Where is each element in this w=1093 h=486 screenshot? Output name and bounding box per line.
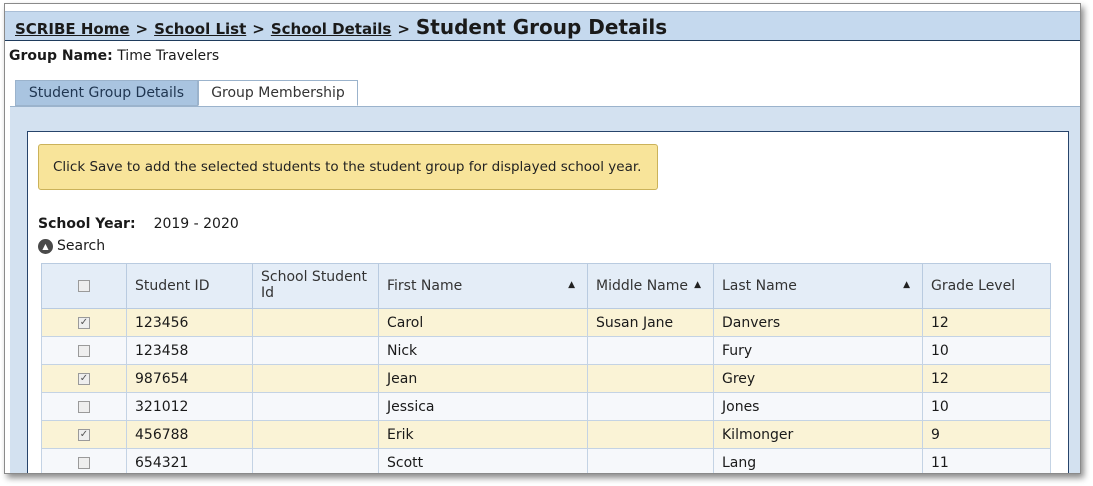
first-name-cell: Erik	[378, 420, 588, 449]
group-name-line: Group Name: Time Travelers	[9, 48, 219, 64]
grade-level-cell: 10	[922, 392, 1051, 421]
breadcrumb-link-school-details[interactable]: School Details	[271, 20, 391, 38]
table-header-row: Student ID School Student Id First Name ▲…	[41, 263, 1051, 309]
student-id-cell: 123458	[126, 336, 253, 365]
sort-ascending-icon: ▲	[568, 280, 575, 290]
group-name-label: Group Name:	[9, 48, 113, 64]
school-student-id-cell	[252, 308, 379, 337]
table-row[interactable]: ✓ 987654 Jean Grey 12	[41, 364, 1051, 393]
row-checkbox-checked[interactable]: ✓	[78, 372, 90, 385]
search-toggle[interactable]: ▲ Search	[38, 238, 105, 254]
info-notice: Click Save to add the selected students …	[38, 144, 658, 190]
first-name-cell: Carol	[378, 308, 588, 337]
breadcrumb-separator: >	[252, 20, 265, 38]
sort-ascending-icon: ▲	[903, 280, 910, 290]
middle-name-cell: Susan Jane	[587, 308, 714, 337]
row-checkbox[interactable]	[78, 456, 90, 469]
first-name-cell: Scott	[378, 448, 588, 473]
tab-content: Click Save to add the selected students …	[10, 106, 1080, 473]
row-select-cell: ✓	[41, 308, 127, 337]
search-label: Search	[57, 238, 106, 254]
student-id-cell: 456788	[126, 420, 253, 449]
column-header-grade-level[interactable]: Grade Level	[922, 263, 1051, 309]
last-name-cell: Grey	[713, 364, 923, 393]
school-student-id-cell	[252, 336, 379, 365]
row-select-cell	[41, 336, 127, 365]
breadcrumb-separator: >	[135, 20, 149, 38]
row-select-cell	[41, 392, 127, 421]
table-row[interactable]: 654321 Scott Lang 11	[41, 448, 1051, 473]
column-header-student-id[interactable]: Student ID	[126, 263, 253, 309]
middle-name-cell	[587, 420, 714, 449]
row-checkbox-checked[interactable]: ✓	[78, 316, 90, 329]
row-checkbox[interactable]	[78, 400, 90, 413]
last-name-cell: Lang	[713, 448, 923, 473]
group-name-value: Time Travelers	[117, 48, 220, 64]
grade-level-cell: 10	[922, 336, 1051, 365]
app-frame: SCRIBE Home > School List > School Details > S…	[4, 3, 1081, 474]
table-row[interactable]: 123458 Nick Fury 10	[41, 336, 1051, 365]
last-name-cell: Danvers	[713, 308, 923, 337]
column-header-last-name[interactable]: Last Name ▲	[713, 263, 923, 309]
student-table: Student ID School Student Id First Name ▲…	[41, 263, 1051, 473]
tab-student-group-details[interactable]: Student Group Details	[15, 80, 198, 106]
breadcrumb: SCRIBE Home > School List > School Details > S…	[15, 15, 667, 39]
school-student-id-cell	[252, 392, 379, 421]
column-header-first-name[interactable]: First Name ▲	[378, 263, 588, 309]
row-select-cell	[41, 448, 127, 473]
first-name-cell: Nick	[378, 336, 588, 365]
grade-level-cell: 12	[922, 308, 1051, 337]
last-name-cell: Jones	[713, 392, 923, 421]
middle-name-cell	[587, 336, 714, 365]
row-checkbox[interactable]	[78, 344, 90, 357]
school-year: School Year: 2019 - 2020	[38, 216, 239, 232]
table-row[interactable]: ✓ 123456 Carol Susan Jane Danvers 12	[41, 308, 1051, 337]
sort-ascending-icon: ▲	[694, 280, 701, 290]
first-name-cell: Jean	[378, 364, 588, 393]
breadcrumb-separator: >	[397, 20, 410, 38]
chevron-up-circle-icon: ▲	[38, 239, 53, 254]
school-student-id-cell	[252, 448, 379, 473]
grade-level-cell: 11	[922, 448, 1051, 473]
student-id-cell: 123456	[126, 308, 253, 337]
middle-name-cell	[587, 364, 714, 393]
select-all-checkbox[interactable]	[78, 280, 90, 292]
student-id-cell: 654321	[126, 448, 253, 473]
tab-group-membership[interactable]: Group Membership	[198, 80, 358, 106]
last-name-cell: Fury	[713, 336, 923, 365]
grade-level-cell: 12	[922, 364, 1051, 393]
grade-level-cell: 9	[922, 420, 1051, 449]
table-row[interactable]: 321012 Jessica Jones 10	[41, 392, 1051, 421]
school-year-value: 2019 - 2020	[153, 216, 239, 232]
student-id-cell: 321012	[126, 392, 253, 421]
row-select-cell: ✓	[41, 364, 127, 393]
select-all-header	[41, 263, 127, 309]
column-header-middle-name[interactable]: Middle Name ▲	[587, 263, 714, 309]
middle-name-cell	[587, 392, 714, 421]
breadcrumb-link-school-list[interactable]: School List	[154, 20, 246, 38]
table-row[interactable]: ✓ 456788 Erik Kilmonger 9	[41, 420, 1051, 449]
first-name-cell: Jessica	[378, 392, 588, 421]
page-title: Student Group Details	[415, 15, 668, 39]
school-student-id-cell	[252, 420, 379, 449]
student-id-cell: 987654	[126, 364, 253, 393]
breadcrumb-link-scribe-home[interactable]: SCRIBE Home	[15, 20, 130, 38]
school-student-id-cell	[252, 364, 379, 393]
row-select-cell: ✓	[41, 420, 127, 449]
last-name-cell: Kilmonger	[713, 420, 923, 449]
middle-name-cell	[587, 448, 714, 473]
column-header-school-student-id[interactable]: School Student Id	[252, 263, 379, 309]
membership-panel: Click Save to add the selected students …	[27, 131, 1069, 473]
breadcrumb-bar: SCRIBE Home > School List > School Details > S…	[5, 11, 1080, 41]
school-year-label: School Year:	[38, 216, 136, 232]
row-checkbox-checked[interactable]: ✓	[78, 428, 90, 441]
